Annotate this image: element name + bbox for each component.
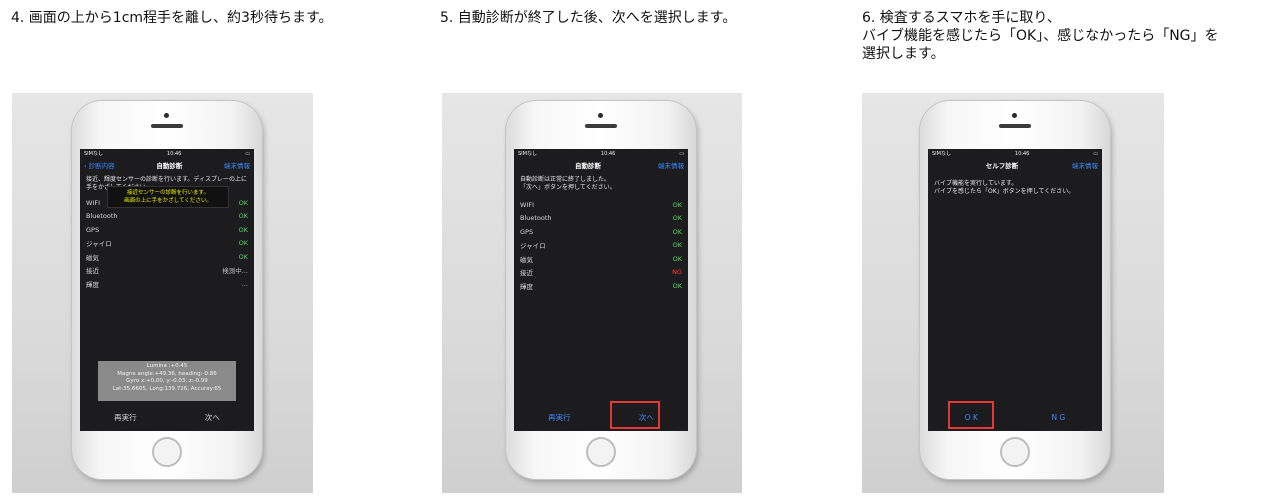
phone-screen: SIMなし 10:46 ▭ セルフ診断 端末情報 バイブ機能を実行しています。 … xyxy=(928,149,1102,431)
bottom-actions: 再実行 次へ xyxy=(514,409,688,425)
carrier-label: SIMなし xyxy=(84,151,103,157)
diagnostic-list: WIFI OK Bluetooth OK GPS OK ジャイロ OK 磁気 OK 接近 N… xyxy=(514,198,688,293)
clock-label: 10:46 xyxy=(600,150,616,157)
next-button[interactable]: 次へ xyxy=(205,412,220,423)
diagnostic-row-brightness: 輝度 OK xyxy=(520,281,682,291)
diagnostic-row-bluetooth: Bluetooth OK xyxy=(520,214,682,223)
phone-screen: SIMなし 10:46 ▭ 自動診断 端末情報 自動診断は正常に終了しました。 … xyxy=(514,149,688,431)
proximity-toast: 接近センサーの診断を行います。 画面の上に手をかざしてください。 xyxy=(107,186,229,208)
retry-button[interactable]: 再実行 xyxy=(114,412,137,423)
device-info-button[interactable]: 端末情報 xyxy=(224,160,250,170)
home-button[interactable] xyxy=(1000,437,1030,467)
sensor-line: Lumina :+0.45 xyxy=(146,363,188,369)
bottom-actions: 再実行 次へ xyxy=(80,409,254,425)
speaker-grille xyxy=(585,124,617,128)
battery-icon: ▭ xyxy=(1093,150,1098,157)
status-bar: SIMなし 10:46 ▭ xyxy=(928,149,1102,158)
sensor-readout: Lumina :+0.45 Magne angle:+49.36, headin… xyxy=(98,361,236,401)
nav-title: セルフ診断 xyxy=(985,162,1019,170)
nav-title: 自動診断 xyxy=(156,162,183,170)
sensor-line: Gyro x:+0.00, y:-0.03, z:-0.99 xyxy=(126,378,208,384)
nav-title: 自動診断 xyxy=(575,162,601,170)
carrier-label: SIMなし xyxy=(518,151,537,157)
phone-screen: SIMなし 10:46 ▭ ‹ 診断内容 自動診断 端末情報 接近、輝度センサー… xyxy=(80,149,254,431)
front-camera-icon xyxy=(598,113,603,118)
toast-line: 接近センサーの診断を行います。 xyxy=(127,190,209,196)
iphone: SIMなし 10:46 ▭ セルフ診断 端末情報 バイブ機能を実行しています。 … xyxy=(920,101,1110,479)
diagnostic-list: WIFI OK Bluetooth OK GPS OK ジャイロ OK 磁気 OK 接近検… xyxy=(80,196,254,291)
device-info-button[interactable]: 端末情報 xyxy=(658,160,684,170)
battery-icon: ▭ xyxy=(245,150,250,157)
speaker-grille xyxy=(151,124,183,128)
carrier-label: SIMなし xyxy=(932,151,951,157)
status-bar: SIMなし 10:46 ▭ xyxy=(514,149,688,158)
toast-line: 画面の上に手をかざしてください。 xyxy=(124,198,212,204)
retry-button[interactable]: 再実行 xyxy=(548,412,571,423)
diagnostic-row-gyro: ジャイロ OK xyxy=(520,241,682,251)
nav-bar: セルフ診断 端末情報 xyxy=(928,158,1102,172)
clock-label: 10:46 xyxy=(1014,150,1030,157)
nav-bar: ‹ 診断内容 自動診断 端末情報 xyxy=(80,158,254,172)
step-5-photo: SIMなし 10:46 ▭ 自動診断 端末情報 自動診断は正常に終了しました。 … xyxy=(442,93,742,493)
battery-icon: ▭ xyxy=(679,150,684,157)
speaker-grille xyxy=(999,124,1031,128)
step-6-photo: SIMなし 10:46 ▭ セルフ診断 端末情報 バイブ機能を実行しています。 … xyxy=(862,93,1164,493)
home-button[interactable] xyxy=(586,437,616,467)
nav-bar: 自動診断 端末情報 xyxy=(514,158,688,172)
device-info-button[interactable]: 端末情報 xyxy=(1072,160,1098,170)
diagnostic-row-proximity: 接近 検測中... xyxy=(86,267,248,276)
step-4-photo: SIMなし 10:46 ▭ ‹ 診断内容 自動診断 端末情報 接近、輝度センサー… xyxy=(12,93,313,493)
ng-button[interactable]: N G xyxy=(1051,413,1065,422)
instruction-text: バイブ機能を実行しています。 バイブを感じたら「OK」ボタンを押してください。 xyxy=(934,180,1075,195)
diagnostic-row-gps: GPS OK xyxy=(520,227,682,236)
iphone: SIMなし 10:46 ▭ ‹ 診断内容 自動診断 端末情報 接近、輝度センサー… xyxy=(72,101,262,479)
front-camera-icon xyxy=(164,113,169,118)
front-camera-icon xyxy=(1012,113,1017,118)
diagnostic-row-magnetic: 磁気 OK xyxy=(86,252,248,262)
iphone: SIMなし 10:46 ▭ 自動診断 端末情報 自動診断は正常に終了しました。 … xyxy=(506,101,696,479)
diagnostic-row-bluetooth: Bluetooth OK xyxy=(86,212,248,221)
instruction-text: 自動診断は正常に終了しました。 「次へ」ボタンを押してください。 xyxy=(520,176,616,191)
sensor-line: Magne angle:+49.36, heading:-0.86 xyxy=(117,370,217,377)
status-bar: SIMなし 10:46 ▭ xyxy=(80,149,254,158)
back-button[interactable]: ‹ 診断内容 xyxy=(84,160,115,170)
diagnostic-row-gps: GPS OK xyxy=(86,225,248,234)
ok-button-highlight xyxy=(948,401,994,429)
step-5-caption: 5. 自動診断が終了した後、次へを選択します。 xyxy=(440,10,737,26)
diagnostic-row-brightness: 輝度... xyxy=(86,279,248,289)
step-4-caption: 4. 画面の上から1cm程手を離し、約3秒待ちます。 xyxy=(11,10,333,26)
diagnostic-row-magnetic: 磁気 OK xyxy=(520,254,682,264)
sensor-line: Lat:35.6605, Long:139.726, Accuray:65 xyxy=(112,385,222,392)
step-6-caption: 6. 検査するスマホを手に取り、 バイブ機能を感じたら「OK」、感じなかったら「… xyxy=(862,10,1219,62)
clock-label: 10:46 xyxy=(166,150,182,157)
diagnostic-row-gyro: ジャイロ OK xyxy=(86,239,248,249)
diagnostic-row-proximity: 接近 NG xyxy=(520,268,682,278)
next-button-highlight xyxy=(610,401,660,429)
diagnostic-row-wifi: WIFI OK xyxy=(520,200,682,209)
home-button[interactable] xyxy=(152,437,182,467)
